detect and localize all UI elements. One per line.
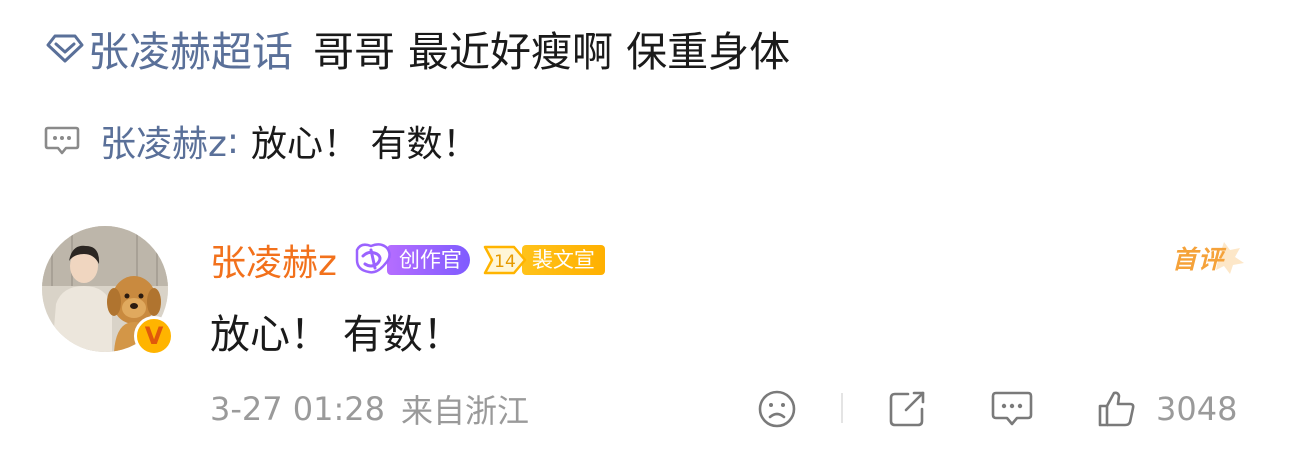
reply-button[interactable] — [990, 386, 1034, 432]
thumbs-up-icon — [1098, 391, 1135, 427]
share-icon — [889, 391, 925, 427]
like-button[interactable]: 3048 — [1096, 386, 1237, 432]
post-line: 张凌赫超话 哥哥 最近好瘦啊 保重身体 — [46, 18, 790, 78]
supertopic-diamond-icon — [46, 29, 84, 67]
comment-meta: 3-27 01:28 来自浙江 — [210, 386, 529, 432]
reply-text: 放心！ 有数！ — [251, 124, 479, 165]
fan-level-icon: 14 — [483, 245, 527, 275]
fan-badge-label: 裴文宣 — [521, 245, 605, 275]
creator-badge-label: 创作官 — [386, 245, 470, 275]
reply-preview[interactable]: 张凌赫z : 放心！ 有数！ — [44, 116, 479, 166]
action-divider — [841, 393, 843, 423]
supertopic-link[interactable]: 张凌赫超话 — [88, 18, 293, 78]
verified-v-icon: V — [134, 316, 174, 356]
like-count: 3048 — [1156, 390, 1238, 428]
fan-level-number: 14 — [494, 252, 516, 272]
first-comment-label: 首评 — [1172, 245, 1225, 274]
share-button[interactable] — [886, 386, 928, 432]
avatar-wrapper[interactable]: V — [42, 226, 174, 358]
sad-face-icon — [758, 390, 796, 428]
dislike-button[interactable] — [756, 386, 798, 432]
first-comment-tag: 首评 — [1172, 236, 1252, 276]
reply-author-link[interactable]: 张凌赫z — [100, 115, 227, 167]
comment-text: 放心！ 有数！ — [210, 312, 463, 358]
comment-header: 张凌赫z 创作官 14 裴文宣 — [210, 234, 605, 286]
comment-location: 来自浙江 — [401, 392, 530, 430]
creator-ribbon-icon — [355, 243, 391, 274]
fan-level-badge[interactable]: 14 裴文宣 — [482, 243, 605, 277]
comment-time: 3-27 01:28 — [210, 390, 386, 428]
creator-badge[interactable]: 创作官 — [351, 243, 470, 277]
comment-icon — [991, 391, 1033, 426]
username-link[interactable]: 张凌赫z — [210, 234, 337, 286]
reply-separator: : — [226, 120, 240, 162]
comment-bubble-icon — [44, 123, 80, 159]
post-text: 哥哥 最近好瘦啊 保重身体 — [313, 28, 791, 76]
